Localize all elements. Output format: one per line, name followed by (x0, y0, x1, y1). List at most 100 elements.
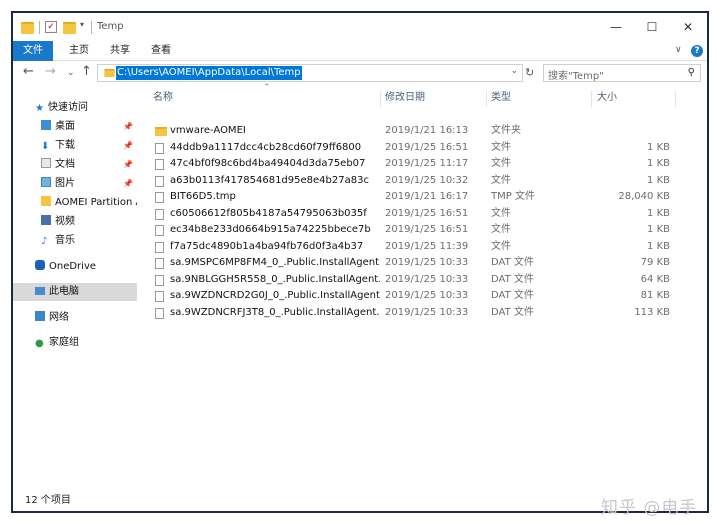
minimize-button[interactable]: — (601, 19, 631, 35)
nav-this-pc[interactable]: 此电脑 (13, 283, 137, 301)
file-row[interactable]: sa.9NBLGGH5R558_0_.Public.InstallAgent..… (147, 272, 707, 289)
file-icon (155, 175, 164, 187)
file-row[interactable]: sa.9WZDNCRD2G0J_0_.Public.InstallAgent..… (147, 288, 707, 305)
folder-icon (155, 127, 167, 136)
file-row[interactable]: sa.9MSPC6MP8FM4_0_.Public.InstallAgent..… (147, 255, 707, 272)
file-modified: 2019/1/25 11:17 (385, 158, 469, 169)
navigation-pane: ★ 快速访问 桌面 📌 ⬇ 下载 📌 文档 📌 图片 📌 AOMEI Partiti… (13, 89, 137, 499)
nav-label: 下载 (55, 140, 75, 151)
maximize-button[interactable]: ☐ (637, 19, 667, 35)
back-arrow-icon[interactable]: ← (23, 65, 34, 79)
file-name: a63b0113f417854681d95e8e4b27a83c (170, 174, 369, 186)
address-bar[interactable]: C:\Users\AOMEI\AppData\Local\Temp ⌄ (97, 64, 523, 82)
file-icon (155, 241, 164, 253)
column-header-modified[interactable]: 修改日期 (385, 89, 425, 107)
nav-label: AOMEI Partition A (55, 197, 137, 208)
file-icon (155, 159, 164, 170)
pin-icon[interactable]: 📌 (123, 156, 133, 174)
file-type: 文件夹 (491, 125, 521, 136)
pin-icon[interactable]: 📌 (123, 118, 133, 136)
pin-icon[interactable]: 📌 (123, 175, 133, 193)
file-row[interactable]: ec34b8e233d0664b915a74225bbece7b 2019/1/2… (147, 222, 707, 239)
homegroup-icon: ● (35, 338, 44, 349)
pin-icon[interactable]: 📌 (123, 137, 133, 155)
nav-item-videos[interactable]: 视频 (13, 213, 137, 231)
address-row: ← → ⌄ ↑ C:\Users\AOMEI\AppData\Local\Tem… (13, 61, 707, 85)
file-icon (155, 208, 164, 220)
tab-home[interactable]: 主页 (69, 41, 89, 61)
folder-icon (104, 69, 115, 77)
customize-quick-access-icon[interactable]: ▾ (80, 20, 84, 32)
file-type: DAT 文件 (491, 290, 534, 301)
forward-arrow-icon[interactable]: → (45, 65, 56, 79)
file-type: DAT 文件 (491, 257, 534, 268)
ribbon-tabs: 文件 主页 共享 查看 ∨ ? (13, 41, 707, 61)
search-placeholder: 搜索"Temp" (548, 71, 604, 82)
column-header-size[interactable]: 大小 (597, 89, 617, 107)
nav-network[interactable]: 网络 (13, 309, 137, 327)
file-size: 113 KB (634, 306, 670, 318)
nav-item-pictures[interactable]: 图片 📌 (13, 175, 137, 193)
column-header-type[interactable]: 类型 (491, 89, 511, 107)
file-name: BIT66D5.tmp (170, 191, 236, 202)
folder-icon (41, 196, 51, 206)
tab-file[interactable]: 文件 (13, 41, 53, 61)
recent-locations-icon[interactable]: ⌄ (67, 66, 75, 80)
address-path[interactable]: C:\Users\AOMEI\AppData\Local\Temp (116, 66, 302, 80)
search-input[interactable]: 搜索"Temp" ⚲ (543, 64, 701, 82)
folder-icon (21, 22, 34, 34)
tab-share[interactable]: 共享 (110, 41, 130, 61)
close-button[interactable]: ✕ (673, 19, 703, 35)
nav-item-documents[interactable]: 文档 📌 (13, 156, 137, 174)
file-name: sa.9NBLGGH5R558_0_.Public.InstallAgent..… (170, 273, 380, 285)
nav-label: 桌面 (55, 121, 75, 132)
video-icon (41, 215, 51, 225)
nav-item-downloads[interactable]: ⬇ 下载 📌 (13, 137, 137, 155)
file-name: ec34b8e233d0664b915a74225bbece7b (170, 224, 371, 235)
nav-label: 音乐 (55, 235, 75, 246)
picture-icon (41, 177, 51, 187)
window-title: Temp (97, 21, 124, 32)
file-row[interactable]: c60506612f805b4187a54795063b035f 2019/1/2… (147, 206, 707, 223)
download-icon: ⬇ (41, 141, 50, 152)
up-arrow-icon[interactable]: ↑ (81, 65, 92, 79)
nav-label: 网络 (49, 312, 69, 323)
file-row[interactable]: 44ddb9a1117dcc4cb28cd60f79ff6800 2019/1/2… (147, 140, 707, 157)
computer-icon (35, 287, 45, 295)
file-row[interactable]: sa.9WZDNCRFJ3T8_0_.Public.InstallAgent..… (147, 305, 707, 322)
new-folder-icon[interactable] (63, 22, 76, 34)
file-row[interactable]: 47c4bf0f98c6bd4ba49404d3da75eb07 2019/1/2… (147, 156, 707, 173)
explorer-window: ✓ ▾ Temp — ☐ ✕ 文件 主页 共享 查看 ∨ ? ← → ⌄ ↑ C… (11, 11, 709, 518)
nav-item-desktop[interactable]: 桌面 📌 (13, 118, 137, 136)
nav-label: 此电脑 (49, 286, 79, 297)
nav-homegroup[interactable]: ● 家庭组 (13, 334, 137, 352)
search-icon[interactable]: ⚲ (688, 67, 695, 78)
file-icon (155, 142, 164, 154)
file-row[interactable]: a63b0113f417854681d95e8e4b27a83c 2019/1/2… (147, 173, 707, 190)
help-icon[interactable]: ? (691, 45, 703, 57)
file-row[interactable]: vmware-AOMEI 2019/1/21 16:13 文件夹 (147, 123, 707, 140)
file-name: 44ddb9a1117dcc4cb28cd60f79ff6800 (170, 141, 362, 153)
nav-quick-access[interactable]: ★ 快速访问 (13, 99, 137, 117)
file-icon (155, 192, 164, 203)
nav-item-aomei-partition[interactable]: AOMEI Partition A (13, 194, 137, 212)
file-type: 文件 (491, 207, 511, 219)
file-size: 1 KB (647, 174, 670, 186)
tab-view[interactable]: 查看 (151, 41, 171, 61)
column-header-name[interactable]: 名称 (153, 89, 173, 107)
file-row[interactable]: BIT66D5.tmp 2019/1/21 16:17 TMP 文件 28,040 K… (147, 189, 707, 206)
file-size: 28,040 KB (618, 191, 670, 202)
star-icon: ★ (35, 103, 44, 114)
file-size: 1 KB (647, 158, 670, 169)
file-row[interactable]: f7a75dc4890b1a4ba94fb76d0f3a4b37 2019/1/2… (147, 239, 707, 256)
nav-onedrive[interactable]: OneDrive (13, 258, 137, 276)
file-name: vmware-AOMEI (170, 125, 246, 136)
refresh-icon[interactable]: ↻ (525, 66, 534, 79)
nav-item-music[interactable]: ♪ 音乐 (13, 232, 137, 250)
file-size: 1 KB (647, 207, 670, 219)
expand-ribbon-icon[interactable]: ∨ (675, 45, 682, 55)
chevron-down-icon[interactable]: ⌄ (510, 66, 518, 76)
file-size: 81 KB (640, 290, 670, 301)
properties-icon[interactable]: ✓ (45, 21, 57, 33)
status-item-count: 12 个项目 (25, 495, 71, 506)
